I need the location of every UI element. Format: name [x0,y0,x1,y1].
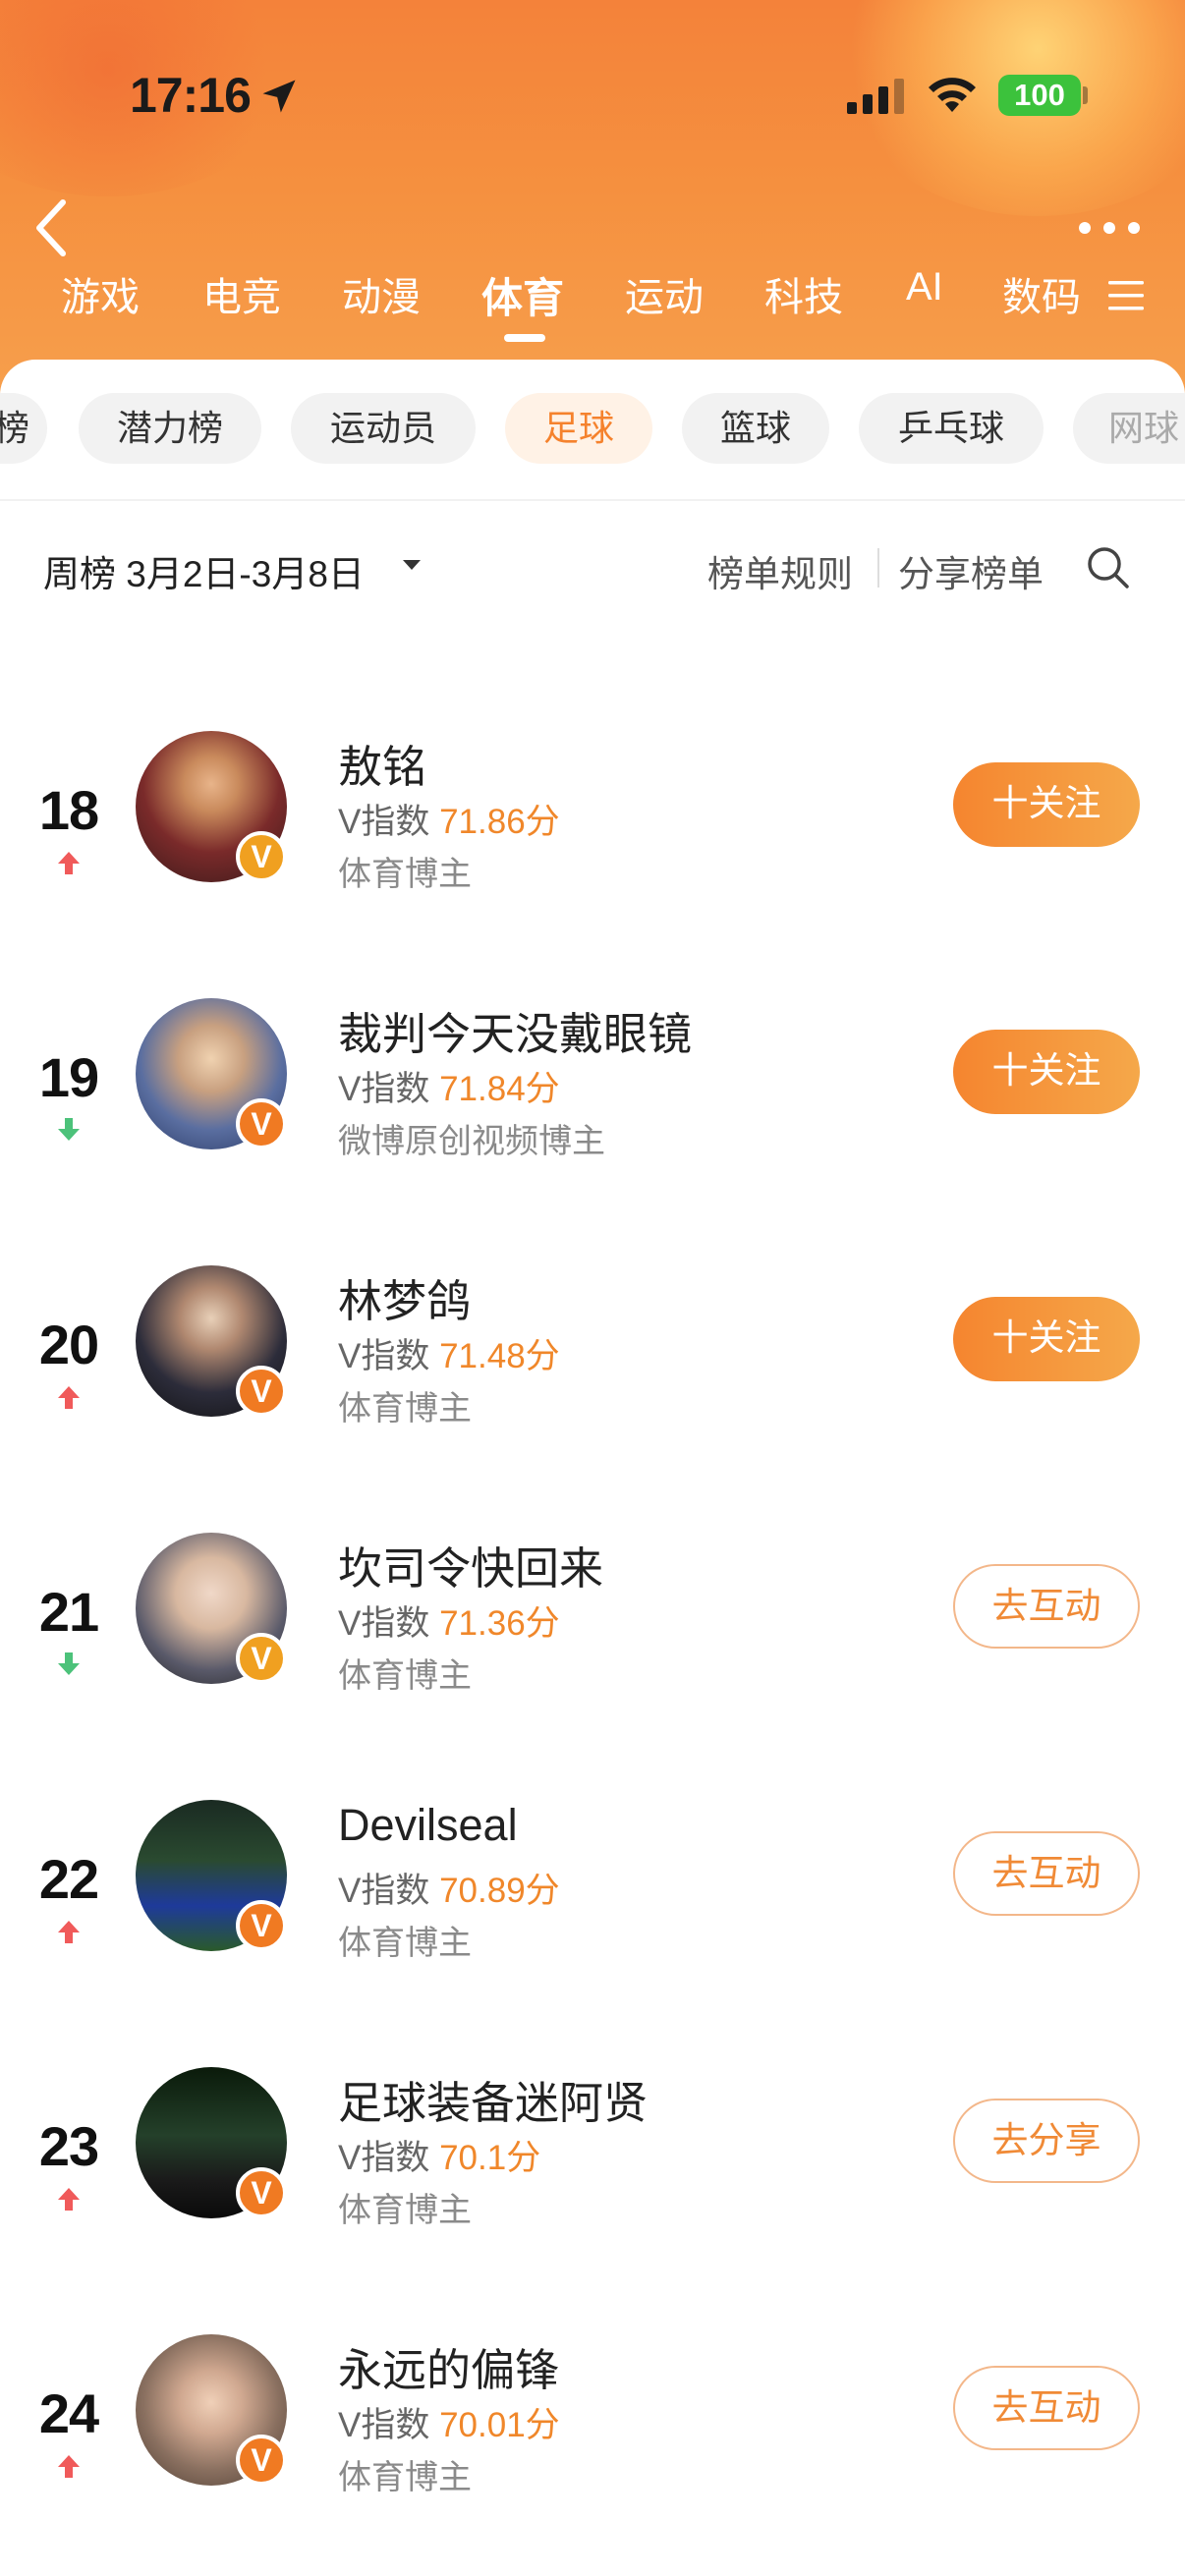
v-index: V指数 70.89分 [338,1872,560,1910]
trend-down-icon [58,1118,80,1141]
v-index: V指数 71.48分 [338,1337,560,1375]
v-index-score: 70.89分 [439,1872,560,1910]
follow-button[interactable]: 十关注 [953,1030,1140,1114]
v-index-score: 71.86分 [439,803,560,841]
filter-chips: 榜 潜力榜 运动员 足球 篮球 乒乓球 网球 [0,393,1185,468]
verified-badge-icon: V [236,1633,287,1684]
rank-number: 20 [38,1314,99,1375]
user-category: 体育博主 [338,2192,472,2229]
user-name[interactable]: 永远的偏锋 [338,2334,559,2398]
divider [0,499,1185,501]
trend-up-icon [58,1921,80,1943]
menu-icon[interactable] [1106,277,1146,314]
status-time: 17:16 [130,68,252,123]
rank-number: 24 [38,2382,99,2444]
tab-sports[interactable]: 体育 [481,265,564,325]
v-index-score: 70.1分 [439,2139,541,2177]
chip-football[interactable]: 足球 [505,393,652,464]
battery-indicator: 100 [998,75,1081,116]
trend-up-icon [58,1386,80,1409]
rules-link[interactable]: 榜单规则 [707,544,853,597]
user-name[interactable]: Devilseal [338,1800,518,1851]
battery-cap [1083,86,1088,104]
ranking-row[interactable]: 20 V 林梦鸽 V指数 71.48分 体育博主 十关注 [0,1265,1185,1462]
rank-number: 18 [38,779,99,841]
chip-athletes[interactable]: 运动员 [291,393,476,464]
user-name[interactable]: 敖铭 [338,731,426,795]
interact-button[interactable]: 去互动 [953,1564,1140,1649]
ranking-row[interactable]: 21 V 坎司令快回来 V指数 71.36分 体育博主 去互动 [0,1533,1185,1729]
v-index: V指数 70.1分 [338,2139,541,2177]
v-index: V指数 71.36分 [338,1604,560,1643]
more-options-icon[interactable] [1075,218,1144,238]
trend-up-icon [58,852,80,874]
trend-down-icon [58,1652,80,1675]
user-category: 体育博主 [338,856,472,893]
tab-anime[interactable]: 动漫 [342,265,421,322]
trend-up-icon [58,2188,80,2211]
trend-up-icon [58,2455,80,2478]
rank-number: 22 [38,1848,99,1910]
tab-tech[interactable]: 科技 [764,265,843,322]
v-index-score: 71.84分 [439,1070,560,1108]
interact-button[interactable]: 去互动 [953,1831,1140,1916]
location-arrow-icon [262,80,296,113]
tab-esports[interactable]: 电竞 [202,265,281,322]
v-index-score: 71.48分 [439,1337,560,1375]
share-list-link[interactable]: 分享榜单 [898,544,1044,597]
caret-down-icon[interactable] [401,558,423,572]
interact-button[interactable]: 去互动 [953,2366,1140,2450]
wifi-icon [929,78,976,112]
ranking-row[interactable]: 23 V 足球装备迷阿贤 V指数 70.1分 体育博主 去分享 [0,2067,1185,2264]
chip-partial[interactable]: 榜 [0,393,47,464]
cellular-signal-icon [847,79,904,114]
follow-button[interactable]: 十关注 [953,762,1140,847]
user-category: 体育博主 [338,1390,472,1428]
rank-number: 23 [38,2115,99,2177]
user-name[interactable]: 坎司令快回来 [338,1533,603,1596]
back-arrow-icon[interactable] [29,196,73,259]
ranking-row[interactable]: 18 V 敖铭 V指数 71.86分 体育博主 十关注 [0,731,1185,927]
user-category: 体育博主 [338,1657,472,1695]
rank-number: 21 [38,1581,99,1643]
user-category: 体育博主 [338,2459,472,2496]
v-index: V指数 70.01分 [338,2406,560,2444]
verified-badge-icon: V [236,831,287,882]
active-tab-indicator [504,334,545,342]
user-name[interactable]: 足球装备迷阿贤 [338,2067,648,2131]
chip-potential[interactable]: 潜力榜 [79,393,261,464]
divider [877,548,879,588]
tab-games[interactable]: 游戏 [61,265,140,322]
v-index: V指数 71.84分 [338,1070,560,1108]
v-index-score: 71.36分 [439,1604,560,1643]
chip-table-tennis[interactable]: 乒乓球 [859,393,1044,464]
rank-number: 19 [38,1046,99,1108]
week-selector[interactable]: 周榜 3月2日-3月8日 [43,544,365,597]
ranking-row[interactable]: 24 V 永远的偏锋 V指数 70.01分 体育博主 去互动 [0,2334,1185,2531]
ranking-row[interactable]: 22 V Devilseal V指数 70.89分 体育博主 去互动 [0,1800,1185,1996]
tab-digital[interactable]: 数码 [1002,265,1081,322]
search-icon[interactable] [1085,544,1130,589]
tab-ai[interactable]: AI [906,265,943,309]
verified-badge-icon: V [236,1366,287,1417]
interact-button[interactable]: 去分享 [953,2099,1140,2183]
user-category: 体育博主 [338,1925,472,1962]
verified-badge-icon: V [236,1900,287,1951]
v-index: V指数 71.86分 [338,803,560,841]
category-tabs: 游戏 电竞 动漫 体育 运动 科技 AI 数码 [0,265,1100,344]
user-name[interactable]: 裁判今天没戴眼镜 [338,998,692,1062]
tab-exercise[interactable]: 运动 [625,265,704,322]
verified-badge-icon: V [236,2167,287,2218]
user-name[interactable]: 林梦鸽 [338,1265,471,1329]
user-category: 微博原创视频博主 [338,1123,605,1160]
verified-badge-icon: V [236,2435,287,2486]
chip-tennis[interactable]: 网球 [1073,393,1185,464]
chip-basketball[interactable]: 篮球 [682,393,829,464]
verified-badge-icon: V [236,1098,287,1149]
header-background [0,0,1185,413]
follow-button[interactable]: 十关注 [953,1297,1140,1381]
v-index-score: 70.01分 [439,2406,560,2444]
ranking-row[interactable]: 19 V 裁判今天没戴眼镜 V指数 71.84分 微博原创视频博主 十关注 [0,998,1185,1195]
